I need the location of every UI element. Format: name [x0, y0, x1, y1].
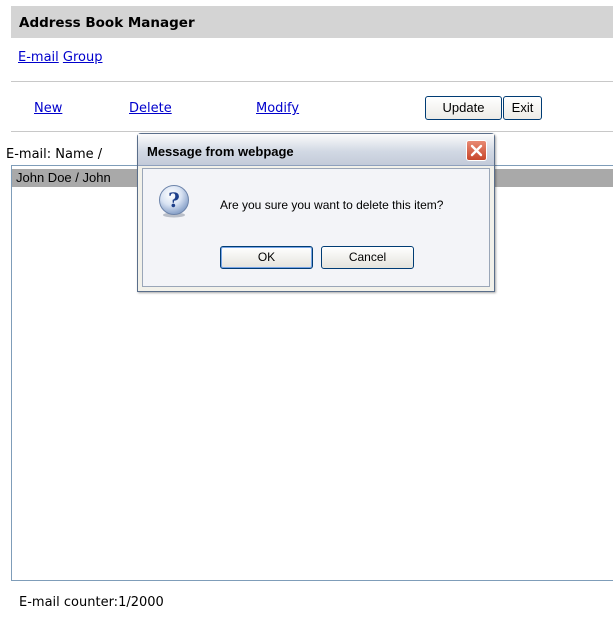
email-counter: E-mail counter:1/2000	[19, 595, 164, 610]
dialog-body: ? Are you sure you want to delete this i…	[142, 168, 490, 287]
update-button[interactable]: Update	[425, 96, 502, 120]
tab-bar: E-mail Group	[18, 50, 102, 65]
list-header: E-mail: Name /	[6, 147, 103, 162]
question-icon: ?	[159, 185, 189, 218]
tab-email[interactable]: E-mail	[18, 50, 59, 65]
close-icon	[470, 144, 483, 157]
dialog-message: Are you sure you want to delete this ite…	[220, 198, 444, 212]
ok-button[interactable]: OK	[220, 246, 313, 269]
tab-group[interactable]: Group	[63, 50, 103, 65]
new-link[interactable]: New	[34, 101, 62, 116]
exit-button[interactable]: Exit	[503, 96, 542, 120]
divider	[11, 81, 613, 82]
counter-value: 1/2000	[118, 595, 164, 610]
modify-link[interactable]: Modify	[256, 101, 299, 116]
svg-text:?: ?	[168, 188, 180, 212]
counter-label: E-mail counter:	[19, 595, 119, 610]
dialog-title-bar[interactable]: Message from webpage	[138, 134, 494, 166]
page-header: Address Book Manager	[11, 6, 613, 38]
divider	[11, 131, 613, 132]
close-button[interactable]	[466, 140, 487, 161]
cancel-button[interactable]: Cancel	[321, 246, 414, 269]
confirm-dialog: Message from webpage ? Are you sure you …	[137, 133, 495, 292]
delete-link[interactable]: Delete	[129, 101, 172, 116]
page-title: Address Book Manager	[19, 15, 195, 31]
dialog-title: Message from webpage	[147, 144, 294, 159]
